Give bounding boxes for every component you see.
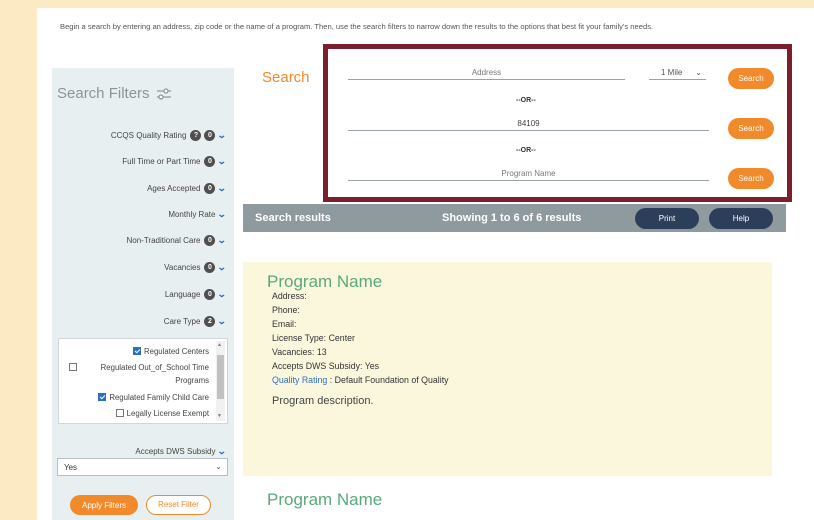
- results-bar: Search results Showing 1 to 6 of 6 resul…: [243, 204, 786, 232]
- address-input[interactable]: Address: [348, 68, 625, 80]
- search-zip-button[interactable]: Search: [728, 118, 774, 139]
- checkbox-unchecked[interactable]: [69, 363, 77, 371]
- option-label: Regulated Out_of_School Time Programs: [100, 363, 209, 385]
- filter-care-type[interactable]: Care Type 2 ⌄: [163, 316, 228, 327]
- chevron-down-icon: ⌄: [217, 209, 228, 219]
- chevron-down-icon: ⌄: [695, 68, 702, 77]
- program-name-input[interactable]: Program Name: [348, 169, 709, 181]
- apply-filters-button[interactable]: Apply Filters: [70, 495, 138, 515]
- program-name[interactable]: Program Name: [267, 272, 382, 292]
- search-address-button[interactable]: Search: [728, 68, 774, 89]
- program-address: Address:: [272, 291, 307, 301]
- filter-label: Language: [164, 290, 201, 299]
- checkbox-checked[interactable]: [98, 393, 107, 401]
- program-phone: Phone:: [272, 305, 300, 315]
- filter-label: Care Type: [163, 317, 201, 326]
- filter-label: CCQS Quality Rating: [110, 131, 187, 140]
- program-card: Program Name: [243, 484, 772, 520]
- chevron-down-icon: ⌄: [217, 316, 228, 326]
- count-badge: 0: [204, 156, 216, 167]
- filter-language[interactable]: Language 0 ⌄: [164, 289, 228, 300]
- chevron-down-icon: ⌄: [215, 462, 222, 471]
- scrollbar[interactable]: ▲ ▼: [216, 341, 225, 421]
- chevron-down-icon: ⌄: [217, 130, 228, 140]
- help-button[interactable]: Help: [709, 208, 773, 229]
- intro-text: Begin a search by entering an address, z…: [60, 22, 654, 31]
- filter-ages-accepted[interactable]: Ages Accepted 0 ⌄: [147, 183, 228, 194]
- filter-label: Accepts DWS Subsidy: [135, 447, 216, 456]
- program-name[interactable]: Program Name: [267, 490, 382, 510]
- print-button[interactable]: Print: [635, 208, 699, 229]
- filter-full-time-part-time[interactable]: Full Time or Part Time 0 ⌄: [122, 156, 228, 167]
- care-type-option[interactable]: Regulated Family Child Care: [98, 391, 209, 404]
- filter-non-traditional-care[interactable]: Non-Traditional Care 0 ⌄: [126, 235, 228, 246]
- distance-select-value: 1 Mile: [661, 68, 683, 77]
- search-heading: Search: [262, 69, 310, 86]
- sliders-icon: [156, 87, 171, 100]
- subsidy-select[interactable]: Yes ⌄: [57, 458, 228, 476]
- option-label: Regulated Family Child Care: [109, 393, 209, 402]
- care-type-option[interactable]: Legally License Exempt: [115, 407, 209, 420]
- results-title: Search results: [255, 212, 331, 224]
- filter-label: Monthly Rate: [168, 210, 216, 219]
- help-badge[interactable]: ?: [190, 130, 202, 141]
- chevron-down-icon: ⌄: [217, 156, 228, 166]
- care-type-option[interactable]: Regulated Centers: [132, 345, 209, 358]
- search-program-button[interactable]: Search: [728, 168, 774, 189]
- quality-rating-value: : Default Foundation of Quality: [327, 375, 449, 385]
- search-filters-title: Search Filters: [57, 85, 172, 102]
- care-type-options-list[interactable]: Regulated Centers Regulated Out_of_Schoo…: [58, 338, 228, 424]
- or-divider: --OR--: [516, 147, 536, 154]
- program-vacancies: Vacancies: 13: [272, 347, 327, 357]
- count-badge: 0: [204, 289, 216, 300]
- quality-rating-link[interactable]: Quality Rating: [272, 375, 327, 385]
- filters-sidebar: Search Filters CCQS Quality Rating ? 0 ⌄…: [52, 68, 234, 520]
- program-card: Program Name Address: Phone: Email: Lice…: [243, 262, 772, 476]
- or-divider: --OR--: [516, 97, 536, 104]
- reset-filter-button[interactable]: Reset Filter: [146, 495, 211, 515]
- option-label: Regulated Centers: [143, 347, 209, 356]
- search-panel: Address 1 Mile ⌄ Search --OR-- 84109 Sea…: [323, 44, 792, 202]
- program-quality-rating: Quality Rating : Default Foundation of Q…: [272, 374, 449, 386]
- filter-vacancies[interactable]: Vacancies 0 ⌄: [164, 262, 228, 273]
- checkbox-unchecked[interactable]: [115, 409, 124, 417]
- scroll-up-icon[interactable]: ▲: [217, 342, 222, 348]
- filter-label: Vacancies: [164, 263, 201, 272]
- chevron-down-icon: ⌄: [217, 235, 228, 245]
- count-badge: 2: [204, 316, 216, 327]
- program-license-type: License Type: Center: [272, 333, 355, 343]
- chevron-down-icon: ⌄: [217, 183, 228, 193]
- program-email: Email:: [272, 319, 297, 329]
- count-badge: 0: [204, 130, 216, 141]
- scroll-down-icon[interactable]: ▼: [217, 413, 222, 419]
- chevron-down-icon: ⌄: [217, 446, 228, 456]
- subsidy-select-value: Yes: [64, 463, 78, 472]
- results-count: Showing 1 to 6 of 6 results: [442, 212, 582, 224]
- filter-accepts-dws-subsidy[interactable]: Accepts DWS Subsidy ⌄: [135, 446, 228, 457]
- zip-input[interactable]: 84109: [348, 119, 709, 131]
- filter-monthly-rate[interactable]: Monthly Rate ⌄: [168, 209, 228, 220]
- search-filters-label: Search Filters: [57, 85, 150, 102]
- chevron-down-icon: ⌄: [217, 289, 228, 299]
- filter-ccqs-quality-rating[interactable]: CCQS Quality Rating ? 0 ⌄: [110, 130, 228, 141]
- count-badge: 0: [204, 262, 216, 273]
- checkbox-checked[interactable]: [132, 347, 141, 355]
- filter-label: Ages Accepted: [147, 184, 201, 193]
- program-subsidy: Accepts DWS Subsidy: Yes: [272, 361, 380, 371]
- distance-select[interactable]: 1 Mile ⌄: [649, 68, 706, 80]
- filter-label: Non-Traditional Care: [126, 236, 201, 245]
- scroll-thumb[interactable]: [217, 355, 224, 399]
- count-badge: 0: [204, 235, 216, 246]
- option-label: Legally License Exempt: [126, 409, 209, 418]
- chevron-down-icon: ⌄: [217, 262, 228, 272]
- program-description: Program description.: [272, 395, 374, 407]
- filter-label: Full Time or Part Time: [122, 157, 201, 166]
- count-badge: 0: [204, 183, 216, 194]
- care-type-option[interactable]: Regulated Out_of_School Time Programs: [69, 361, 209, 387]
